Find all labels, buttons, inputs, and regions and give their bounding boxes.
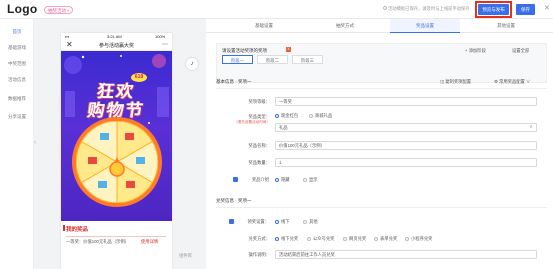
close-icon[interactable]: ✕: [544, 4, 550, 12]
save-hint: 活动模板已保存，请及时与上线前手动保存: [388, 6, 470, 11]
prize-stage-title: 请设置活动奖项的奖项: [222, 48, 267, 53]
way-radio-1[interactable]: 线下兑奖: [275, 236, 298, 242]
tab-draw-method[interactable]: 抽奖方式: [310, 19, 380, 33]
desc-label: 操作说明：: [248, 252, 270, 257]
prize-name-input[interactable]: 价值100元礼品（示例）: [275, 141, 537, 150]
phone-page-title: 参与活动赢大奖: [98, 43, 134, 49]
phone-preview-area: ▪▪▪ 3:21 AM 100% ✕ 参与活动赢大奖 ⋯ 狂欢 618 购物节: [40, 19, 205, 269]
chevron-down-icon: ∨: [529, 124, 533, 130]
phone-nav-bar: ✕ 参与活动赢大奖 ⋯: [61, 40, 172, 51]
intro-radio-hide[interactable]: 隐藏: [275, 177, 290, 183]
battery-level: 100%: [155, 34, 166, 39]
claim-method-label: 领奖设置：: [247, 219, 269, 224]
stage-tab-3[interactable]: 阶段三: [292, 55, 323, 64]
sidebar-item-info[interactable]: 活动信息: [0, 77, 34, 83]
sidebar-item-game[interactable]: 基础游戏: [0, 45, 34, 51]
desc-input[interactable]: 活动结束后前往工作人员兑奖: [275, 250, 537, 259]
way-radio-2[interactable]: 公众号兑奖: [307, 236, 334, 242]
music-icon[interactable]: ♪: [186, 58, 198, 70]
app-logo: Logo: [7, 2, 38, 16]
prize-type-select[interactable]: 礼品: [275, 123, 537, 132]
sidebar-item-home[interactable]: 首页: [0, 29, 34, 35]
claim-radio-other[interactable]: 其他: [303, 219, 318, 225]
tab-other[interactable]: 其他设置: [471, 19, 541, 33]
stage-badge: X: [286, 47, 291, 52]
my-prize-title: 我的奖品: [66, 227, 89, 233]
phone-preview: ▪▪▪ 3:21 AM 100% ✕ 参与活动赢大奖 ⋯ 狂欢 618 购物节: [61, 33, 172, 269]
prize-detail-link[interactable]: 使用详情: [141, 239, 158, 245]
my-prize-section: 我的奖品 一等奖：价值100元礼品（示例） 使用详情: [61, 221, 172, 269]
claim-way-label: 兑奖方式：: [248, 236, 270, 241]
sidebar-item-share[interactable]: 分享设置: [0, 114, 34, 120]
wheel-start-button[interactable]: [109, 157, 125, 177]
copy-config-button[interactable]: ◫ 复制奖项配置: [440, 79, 471, 85]
tab-basic[interactable]: 基础设置: [229, 19, 299, 33]
set-all-button[interactable]: 设置全部: [512, 48, 529, 54]
way-radio-5[interactable]: 小程序兑奖: [405, 236, 432, 242]
status-time: 3:21 AM: [107, 34, 122, 39]
common-config-dropdown[interactable]: ⚙ 常用奖品配置 ∨: [494, 79, 530, 85]
sidebar-item-data[interactable]: 数据推荐: [0, 96, 34, 102]
poster-618-tag: 618: [131, 73, 147, 82]
settings-panel: 基础设置 抽奖方式 奖品设置 其他设置 请设置活动奖项的奖项 X + 添加阶段 …: [206, 19, 553, 269]
claim-radio-offline[interactable]: 线下: [275, 219, 290, 225]
collapse-sidebar-icon[interactable]: ‹: [34, 140, 36, 146]
info-icon: [383, 6, 387, 10]
basic-section-title: 基本信息 · 奖项一: [216, 79, 252, 84]
type-radio-cash[interactable]: 现金红包: [275, 113, 298, 119]
sidebar-item-range[interactable]: 中奖范围: [0, 61, 34, 67]
activity-type-badge[interactable]: 抽奖活动 •: [44, 6, 73, 14]
more-icon[interactable]: ⋯: [162, 41, 168, 48]
widget-library-label[interactable]: 组件库: [179, 253, 192, 259]
show-intro-label: 奖品介绍: [251, 177, 269, 182]
signal-icon: ▪▪▪: [65, 34, 70, 39]
highlight-box: [475, 1, 512, 18]
stage-tab-1[interactable]: 阶段一: [222, 55, 253, 64]
way-radio-3[interactable]: 网页兑奖: [343, 236, 366, 242]
stage-tab-2[interactable]: 阶段二: [257, 55, 288, 64]
intro-radio-show[interactable]: 显示: [303, 177, 318, 183]
qty-label: 奖品数量：: [248, 160, 270, 165]
save-button[interactable]: 保存: [516, 4, 535, 15]
add-stage-button[interactable]: + 添加阶段: [465, 48, 486, 54]
level-input[interactable]: 一等奖: [275, 97, 537, 106]
type-radio-mall[interactable]: 商城礼品: [309, 113, 332, 119]
way-radio-4[interactable]: 表单兑奖: [374, 236, 397, 242]
level-label: 奖项等级：: [248, 99, 270, 104]
type-hint: （请先设置活动时间）: [234, 120, 270, 124]
prize-stage-box: 请设置活动奖项的奖项 X + 添加阶段 设置全部 阶段一 阶段二 阶段三: [216, 43, 547, 83]
qty-input[interactable]: 1: [275, 158, 537, 167]
claim-section-title: 兑奖信息 · 奖项一: [216, 198, 252, 203]
settings-tabs: 基础设置 抽奖方式 奖品设置 其他设置: [206, 19, 553, 33]
status-bar: ▪▪▪ 3:21 AM 100%: [61, 33, 172, 40]
prize-name-label: 奖品名称：: [248, 143, 270, 148]
tab-prize[interactable]: 奖品设置: [390, 19, 460, 33]
left-sidebar: 首页 基础游戏 中奖范围 活动信息 数据推荐 分享设置: [0, 19, 34, 269]
prize-text: 一等奖：价值100元礼品（示例）: [66, 239, 130, 244]
top-bar: Logo 抽奖活动 • 活动模板已保存，请及时与上线前手动保存 预览与发布 保存…: [0, 0, 553, 19]
